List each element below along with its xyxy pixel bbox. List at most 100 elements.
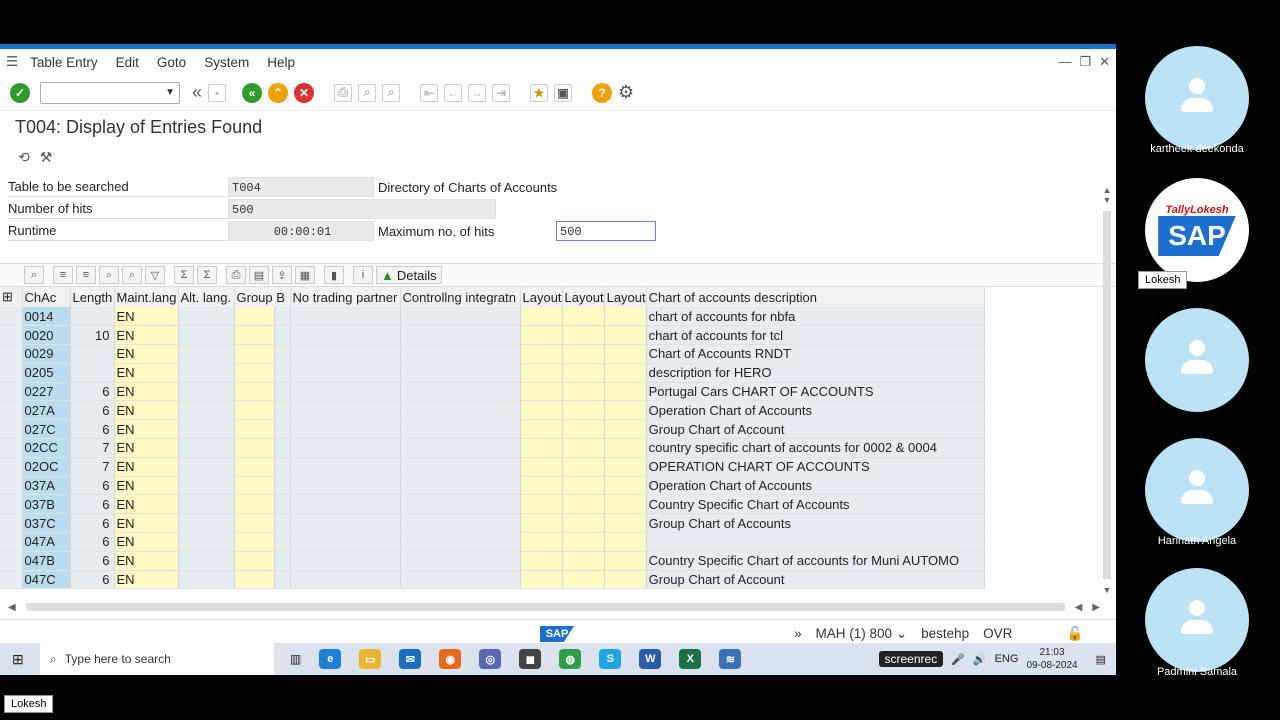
table-cell[interactable] bbox=[520, 551, 563, 571]
windows-start-icon[interactable]: ⊞ bbox=[12, 651, 24, 668]
cell-length[interactable]: 6 bbox=[70, 494, 115, 515]
table-cell[interactable] bbox=[234, 382, 275, 402]
table-cell[interactable] bbox=[604, 532, 647, 552]
menu-edit[interactable]: Edit bbox=[116, 55, 139, 70]
app-icon[interactable]: ◎ bbox=[479, 649, 502, 669]
table-cell[interactable] bbox=[0, 363, 23, 383]
table-cell[interactable] bbox=[274, 400, 291, 421]
cell-chac[interactable]: 037B bbox=[22, 494, 71, 515]
file-explorer-icon[interactable]: ▭ bbox=[359, 649, 382, 669]
table-cell[interactable] bbox=[274, 532, 291, 552]
table-cell[interactable] bbox=[234, 363, 275, 383]
volume-icon[interactable]: 🔊 bbox=[973, 653, 987, 666]
table-cell[interactable] bbox=[178, 325, 235, 346]
table-cell[interactable] bbox=[520, 532, 563, 552]
menu-system[interactable]: System bbox=[204, 55, 249, 70]
cell-length[interactable] bbox=[70, 307, 115, 327]
table-cell[interactable] bbox=[290, 363, 401, 383]
scroll-up-icon[interactable]: ▲ bbox=[1103, 185, 1112, 195]
table-cell[interactable] bbox=[400, 570, 521, 590]
mic-icon[interactable]: 🎤 bbox=[951, 653, 965, 666]
settings-gear-icon[interactable]: ⚙ bbox=[618, 82, 634, 103]
table-cell[interactable] bbox=[0, 457, 23, 477]
table-cell[interactable] bbox=[178, 382, 235, 402]
table-cell[interactable] bbox=[290, 551, 401, 571]
table-cell[interactable] bbox=[604, 494, 647, 515]
cell-description[interactable]: Portugal Cars CHART OF ACCOUNTS bbox=[646, 382, 985, 402]
table-cell[interactable] bbox=[234, 325, 275, 346]
clock[interactable]: 21:03 09-08-2024 bbox=[1026, 646, 1077, 672]
table-cell[interactable] bbox=[604, 419, 647, 440]
table-cell[interactable] bbox=[400, 476, 521, 496]
table-cell[interactable] bbox=[274, 419, 291, 440]
table-cell[interactable] bbox=[0, 325, 23, 346]
cell-length[interactable]: 6 bbox=[70, 476, 115, 496]
table-cell[interactable] bbox=[604, 551, 647, 571]
camera-app-icon[interactable]: ◼ bbox=[519, 649, 542, 669]
table-row[interactable]: 0227 6 EN Portugal Cars CHART OF ACCOUNTS bbox=[0, 382, 985, 402]
taskbar-search[interactable]: ⌕ Type here to search bbox=[40, 643, 274, 675]
table-cell[interactable] bbox=[400, 382, 521, 402]
table-cell[interactable] bbox=[400, 551, 521, 571]
horizontal-scrollbar[interactable]: ◀ ◀ ▶ bbox=[0, 601, 1100, 613]
scroll-track[interactable] bbox=[1103, 211, 1111, 579]
col-header[interactable]: Layout bbox=[520, 287, 563, 307]
sort-asc-icon[interactable]: ≡ bbox=[53, 266, 73, 284]
view-icon[interactable]: ▤ bbox=[249, 266, 269, 284]
participant-avatar[interactable] bbox=[1145, 308, 1249, 412]
cell-length[interactable]: 6 bbox=[70, 570, 115, 590]
table-row[interactable]: 037A 6 EN Operation Chart of Accounts bbox=[0, 476, 985, 496]
cell-description[interactable] bbox=[646, 532, 985, 552]
table-cell[interactable] bbox=[274, 363, 291, 383]
hierarchy-icon[interactable]: ⚒ bbox=[40, 149, 53, 166]
table-cell[interactable] bbox=[290, 438, 401, 458]
refresh-icon[interactable]: ⟲ bbox=[18, 149, 30, 166]
table-cell[interactable] bbox=[400, 513, 521, 534]
cell-maint-lang[interactable]: EN bbox=[114, 457, 179, 477]
table-cell[interactable] bbox=[400, 438, 521, 458]
cell-description[interactable]: Country Specific Chart of accounts for M… bbox=[646, 551, 985, 571]
cell-maint-lang[interactable]: EN bbox=[114, 551, 179, 571]
table-cell[interactable] bbox=[562, 532, 605, 552]
table-cell[interactable] bbox=[0, 513, 23, 534]
cell-description[interactable]: Group Chart of Account bbox=[646, 419, 985, 440]
table-row[interactable]: 047C 6 EN Group Chart of Account bbox=[0, 570, 985, 590]
table-cell[interactable] bbox=[520, 494, 563, 515]
table-row[interactable]: 037C 6 EN Group Chart of Accounts bbox=[0, 513, 985, 534]
maxhits-input[interactable]: 500 bbox=[556, 221, 656, 241]
table-cell[interactable] bbox=[234, 532, 275, 552]
table-cell[interactable] bbox=[604, 513, 647, 534]
find-icon[interactable]: ⌕ bbox=[99, 266, 119, 284]
table-cell[interactable] bbox=[178, 307, 235, 327]
cell-maint-lang[interactable]: EN bbox=[114, 438, 179, 458]
table-cell[interactable] bbox=[520, 513, 563, 534]
table-cell[interactable] bbox=[234, 400, 275, 421]
notification-icon[interactable]: ▤ bbox=[1096, 653, 1106, 666]
col-header[interactable]: Group B bbox=[234, 287, 291, 307]
cell-description[interactable]: chart of accounts for tcl bbox=[646, 325, 985, 346]
zoom-icon[interactable]: ⌕ bbox=[24, 266, 44, 284]
last-page-icon[interactable]: ⇥ bbox=[492, 83, 511, 102]
minimize-icon[interactable]: — bbox=[1058, 54, 1071, 70]
cell-description[interactable]: description for HERO bbox=[646, 363, 985, 383]
cell-maint-lang[interactable]: EN bbox=[114, 382, 179, 402]
cell-length[interactable]: 7 bbox=[70, 457, 115, 477]
table-cell[interactable] bbox=[604, 382, 647, 402]
cell-maint-lang[interactable]: EN bbox=[114, 419, 179, 440]
table-cell[interactable] bbox=[178, 419, 235, 440]
cell-chac[interactable]: 047B bbox=[22, 551, 71, 571]
table-cell[interactable] bbox=[290, 494, 401, 515]
table-row[interactable]: 037B 6 EN Country Specific Chart of Account… bbox=[0, 494, 985, 515]
table-cell[interactable] bbox=[0, 400, 23, 421]
table-cell[interactable] bbox=[604, 344, 647, 364]
table-cell[interactable] bbox=[400, 325, 521, 346]
table-cell[interactable] bbox=[234, 344, 275, 364]
table-cell[interactable] bbox=[520, 438, 563, 458]
table-cell[interactable] bbox=[400, 363, 521, 383]
table-cell[interactable] bbox=[274, 438, 291, 458]
info-icon[interactable]: i bbox=[353, 266, 373, 284]
expand-icon[interactable]: » bbox=[794, 626, 802, 642]
subtotal-icon[interactable]: Σ bbox=[197, 266, 217, 284]
shortcut-icon[interactable]: ▣ bbox=[554, 83, 573, 102]
table-cell[interactable] bbox=[178, 344, 235, 364]
